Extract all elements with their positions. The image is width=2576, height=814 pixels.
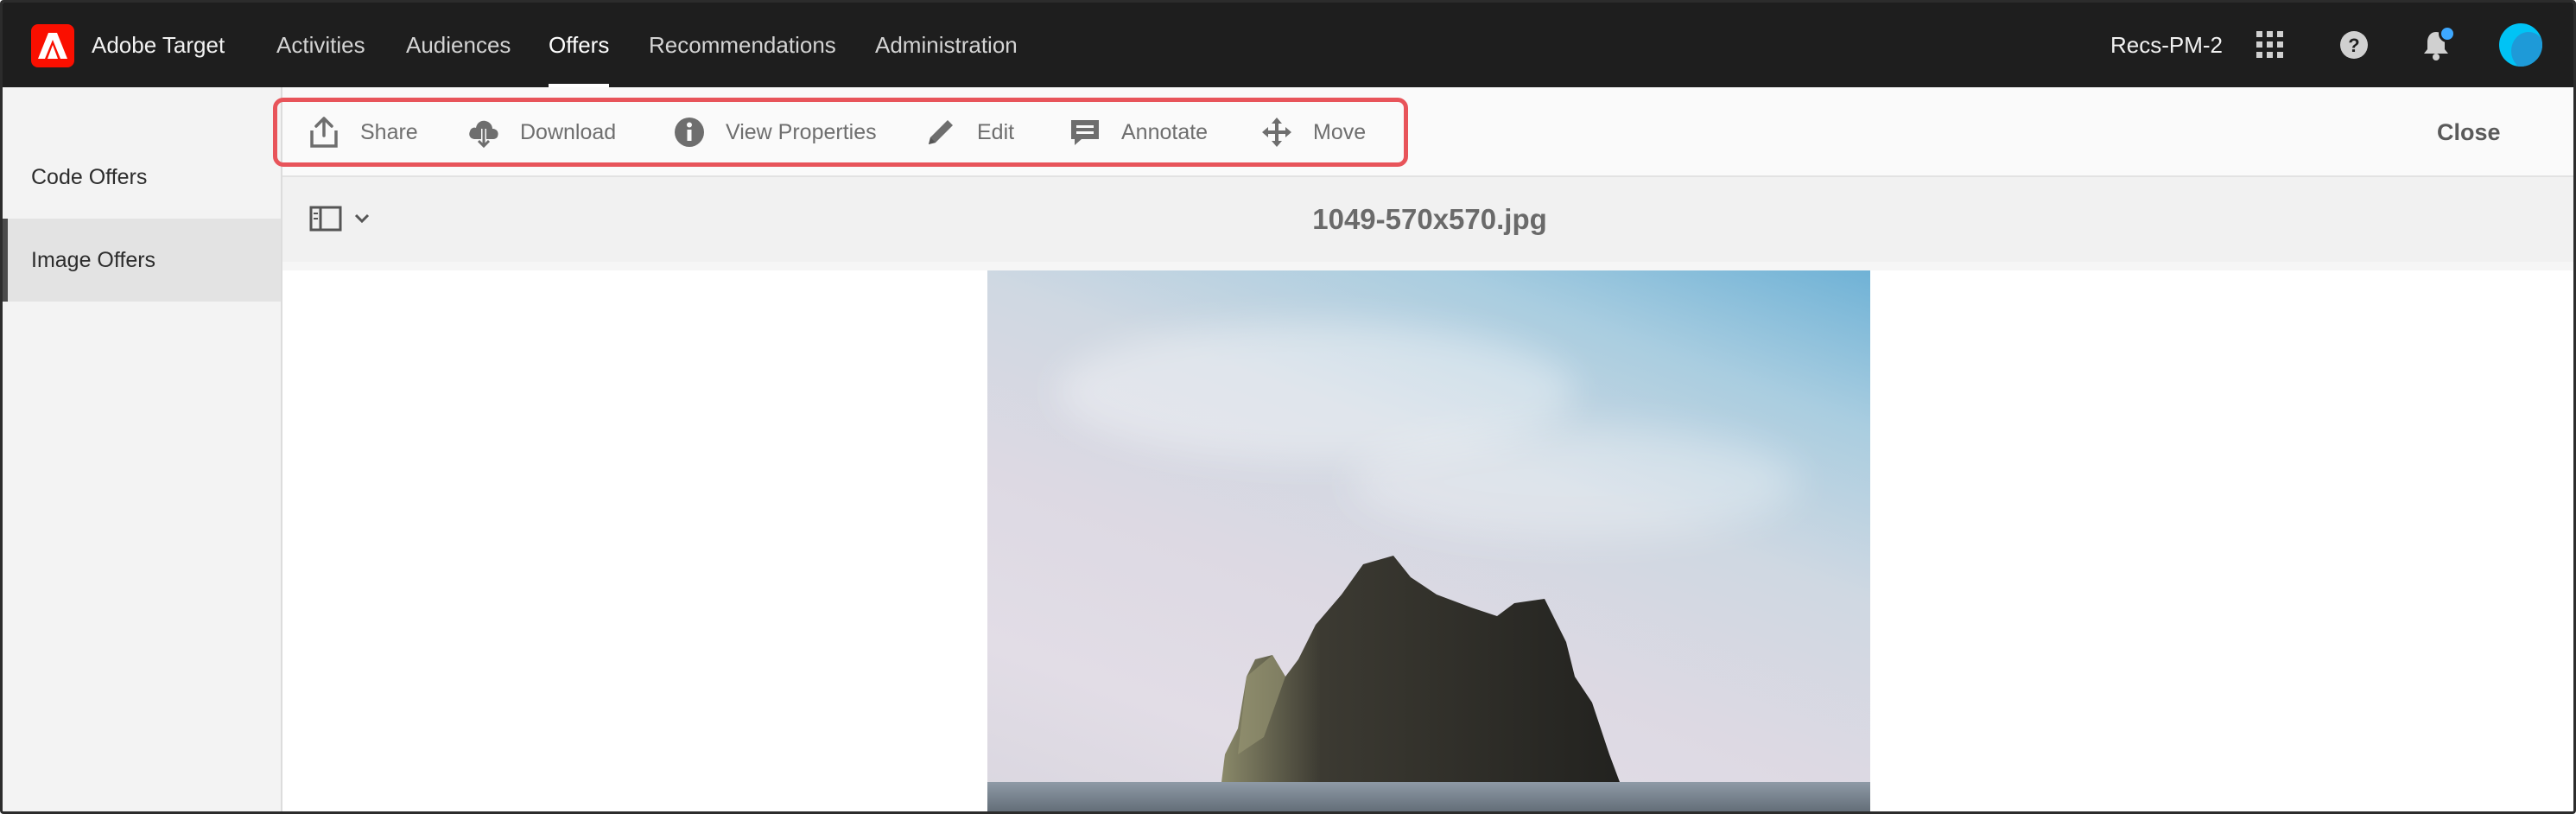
move-label: Move — [1313, 119, 1367, 144]
view-properties-button[interactable]: View Properties — [672, 106, 877, 158]
nav-audiences[interactable]: Audiences — [406, 3, 511, 87]
help-icon[interactable]: ? — [2332, 23, 2376, 67]
notification-badge — [2439, 25, 2456, 42]
move-arrows-icon — [1262, 118, 1291, 147]
apps-grid-icon[interactable] — [2249, 23, 2292, 67]
annotate-label: Annotate — [1121, 119, 1209, 144]
sidebar-item-image-offers[interactable]: Image Offers — [3, 219, 281, 302]
share-label: Share — [360, 119, 418, 144]
view-properties-label: View Properties — [726, 119, 877, 144]
nav-administration[interactable]: Administration — [875, 3, 1018, 87]
share-icon — [310, 117, 338, 148]
notifications-bell-icon[interactable] — [2414, 23, 2458, 67]
app-title[interactable]: Adobe Target — [92, 3, 225, 87]
top-navigation: Adobe Target Activities Audiences Offers… — [3, 3, 2573, 87]
viewer-divider — [282, 262, 2573, 270]
sidebar-item-label: Image Offers — [31, 248, 156, 272]
chevron-down-icon — [354, 213, 370, 224]
user-avatar[interactable] — [2499, 23, 2542, 67]
share-button[interactable]: Share — [307, 106, 418, 158]
download-cloud-icon — [469, 120, 498, 149]
nav-offers[interactable]: Offers — [549, 3, 610, 87]
comment-icon — [1071, 120, 1099, 145]
edit-button[interactable]: Edit — [923, 106, 1014, 158]
move-button[interactable]: Move — [1259, 106, 1366, 158]
edit-label: Edit — [977, 119, 1015, 144]
nav-activities[interactable]: Activities — [276, 3, 365, 87]
sidebar: Code Offers Image Offers — [3, 87, 282, 811]
close-button[interactable]: Close — [2437, 106, 2501, 158]
rock-island — [1221, 556, 1622, 789]
image-preview — [987, 270, 1870, 811]
adobe-logo-icon[interactable] — [31, 24, 74, 67]
download-button[interactable]: Download — [466, 106, 616, 158]
rail-toggle-icon — [309, 206, 342, 232]
annotate-button[interactable]: Annotate — [1068, 106, 1208, 158]
download-label: Download — [520, 119, 617, 144]
sea — [987, 782, 1870, 811]
nav-recommendations[interactable]: Recommendations — [649, 3, 836, 87]
file-name-title: 1049-570x570.jpg — [282, 177, 2573, 262]
pencil-icon — [929, 120, 953, 144]
sidebar-item-label: Code Offers — [31, 165, 148, 189]
org-switcher[interactable]: Recs-PM-2 — [2110, 3, 2223, 87]
info-icon — [675, 118, 704, 147]
rail-toggle-button[interactable] — [309, 203, 370, 234]
svg-text:?: ? — [2348, 35, 2359, 56]
sidebar-item-code-offers[interactable]: Code Offers — [3, 136, 281, 219]
file-name: 1049-570x570.jpg — [1312, 203, 1547, 235]
app-window: Adobe Target Activities Audiences Offers… — [0, 0, 2576, 814]
